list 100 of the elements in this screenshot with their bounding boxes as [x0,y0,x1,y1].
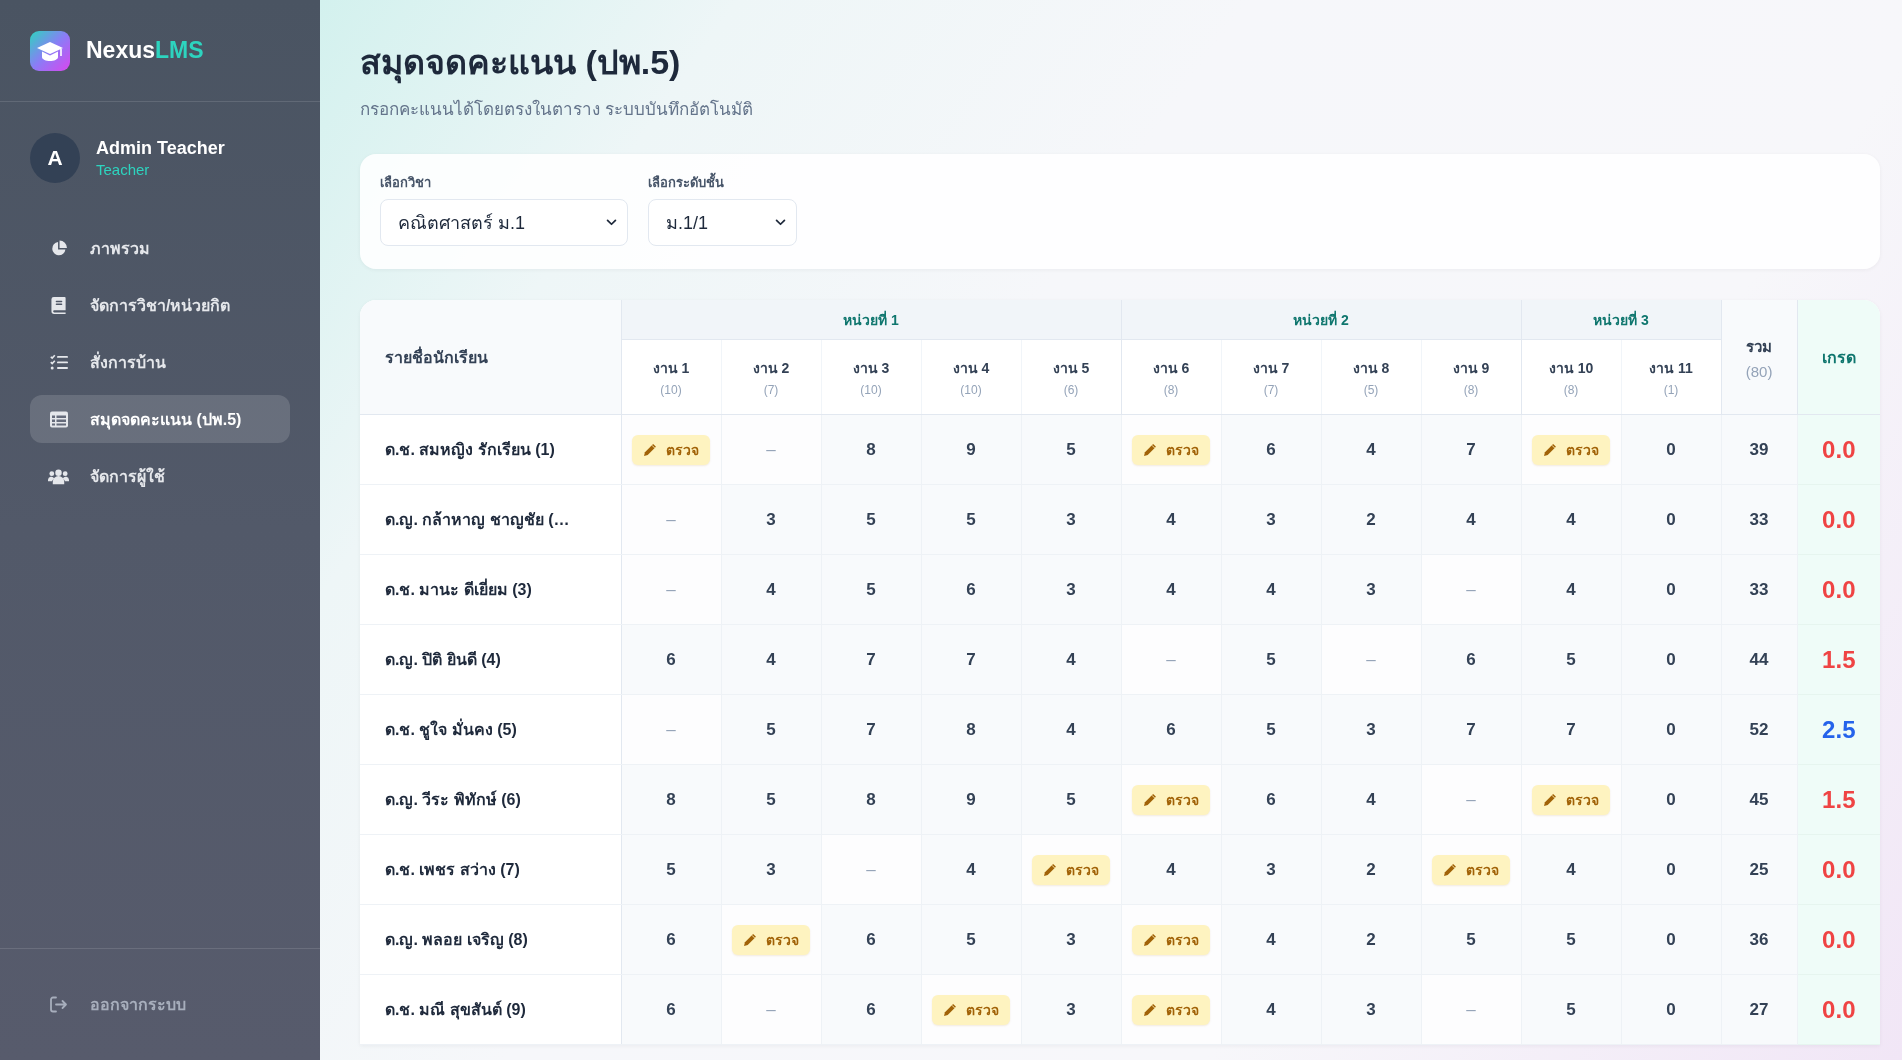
review-button[interactable]: ตรวจ [1532,434,1611,465]
student-name: ด.ช. เพชร สว่าง (7) [360,834,621,905]
score-cell: 0 [1621,554,1722,625]
empty-cell: – [621,694,721,765]
score-cell: 0 [1621,484,1722,555]
score-cell: 6 [921,554,1021,625]
score-cell: 3 [1021,974,1122,1045]
score-cell: 4 [1521,554,1622,625]
score-cell: 6 [621,904,721,975]
nav-item[interactable]: สั่งการบ้าน [30,338,290,386]
review-button[interactable]: ตรวจ [732,924,810,955]
select-field[interactable]: คณิตศาสตร์ ม.1 [380,199,628,246]
student-name: ด.ช. ชูใจ มั่นคง (5) [360,694,621,765]
score-cell: 4 [1221,904,1322,975]
nav-item[interactable]: ภาพรวม [30,224,290,272]
pencil-icon [943,1002,957,1017]
empty-cell: – [721,414,821,485]
column-header: งาน 5 (6) [1021,339,1122,415]
review-button[interactable]: ตรวจ [632,434,710,465]
pencil-icon [1443,862,1458,877]
column-header: งาน 3 (10) [821,339,921,415]
empty-cell: – [621,484,721,555]
nav-item[interactable]: จัดการวิชา/หน่วยกิต [30,281,290,329]
student-name: ด.ญ. วีระ พิทักษ์ (6) [360,764,621,835]
score-cell: 5 [621,834,721,905]
empty-cell: – [621,554,721,625]
score-cell: 0 [1621,974,1722,1045]
nav-item[interactable]: จัดการผู้ใช้ [30,452,290,500]
score-cell: 0 [1621,834,1722,905]
column-header: งาน 8 (5) [1321,339,1422,415]
score-cell: 4 [1221,974,1322,1045]
users-icon [48,467,69,485]
grade-cell: 1.5 [1797,624,1880,695]
review-button[interactable]: ตรวจ [1132,994,1211,1025]
sign-out-icon [50,995,68,1013]
score-cell: 3 [721,484,821,555]
review-button[interactable]: ตรวจ [1132,434,1211,465]
student-name: ด.ช. มานะ ดีเยี่ยม (3) [360,554,621,625]
score-cell: 4 [1021,694,1122,765]
score-cell: 5 [1521,624,1622,695]
score-cell: 2 [1321,904,1422,975]
score-cell: 4 [1121,554,1222,625]
review-button[interactable]: ตรวจ [932,994,1010,1025]
unit-header: หน่วยที่ 2 [1121,300,1522,340]
pencil-icon [1143,792,1158,807]
total-cell: 39 [1721,414,1798,485]
logout-link[interactable]: ออกจากระบบ [30,980,290,1028]
select-field[interactable]: ม.1/1 [648,199,797,246]
user-name: Admin Teacher [96,138,225,159]
user-avatar: A [30,133,80,183]
nav-item[interactable]: สมุดจดคะแนน (ปพ.5) [30,395,290,443]
score-cell: 3 [1321,554,1422,625]
score-cell: 4 [721,554,821,625]
chevron-down-icon [606,219,617,226]
score-cell: 3 [1021,904,1122,975]
score-cell: 7 [821,694,921,765]
score-cell: 7 [921,624,1021,695]
score-cell: 3 [1021,484,1122,555]
score-cell: 0 [1621,904,1722,975]
total-cell: 27 [1721,974,1798,1045]
table-icon [50,410,68,428]
score-cell: 6 [1121,694,1222,765]
unit-header: หน่วยที่ 1 [621,300,1122,340]
column-header: เกรด [1797,300,1880,415]
score-cell: 0 [1621,624,1722,695]
score-cell: 4 [921,834,1021,905]
score-cell: 5 [821,484,921,555]
filter-label: เลือกวิชา [380,175,432,191]
review-button[interactable]: ตรวจ [1432,854,1511,885]
score-cell: 5 [1221,624,1322,695]
grade-cell: 0.0 [1797,484,1880,555]
score-cell: 3 [721,834,821,905]
review-button[interactable]: ตรวจ [1132,924,1211,955]
student-name: ด.ช. สมหญิง รักเรียน (1) [360,414,621,485]
score-cell: 8 [821,764,921,835]
column-header: รายชื่อนักเรียน [360,300,621,415]
score-cell: 9 [921,764,1021,835]
brand-name: NexusLMS [86,37,204,64]
review-button[interactable]: ตรวจ [1532,784,1611,815]
column-header: งาน 1 (10) [621,339,721,415]
page-subtitle: กรอกคะแนนได้โดยตรงในตาราง ระบบบันทึกอัตโนมัติ [360,98,754,121]
score-cell: 3 [1321,694,1422,765]
unit-header: หน่วยที่ 3 [1521,300,1722,340]
score-cell: 2 [1321,484,1422,555]
column-header: งาน 7 (7) [1221,339,1322,415]
pencil-icon [1143,932,1158,947]
review-button[interactable]: ตรวจ [1132,784,1211,815]
score-cell: 5 [1521,904,1622,975]
review-button[interactable]: ตรวจ [1032,854,1110,885]
score-cell: 8 [821,414,921,485]
column-header: งาน 11 (1) [1621,339,1722,415]
score-cell: 3 [1221,484,1322,555]
score-cell: 8 [621,764,721,835]
score-cell: 4 [1221,554,1322,625]
score-cell: 7 [1521,694,1622,765]
score-cell: 5 [921,484,1021,555]
total-cell: 36 [1721,904,1798,975]
score-cell: 9 [921,414,1021,485]
score-cell: 4 [1121,484,1222,555]
pencil-icon [1143,1002,1158,1017]
